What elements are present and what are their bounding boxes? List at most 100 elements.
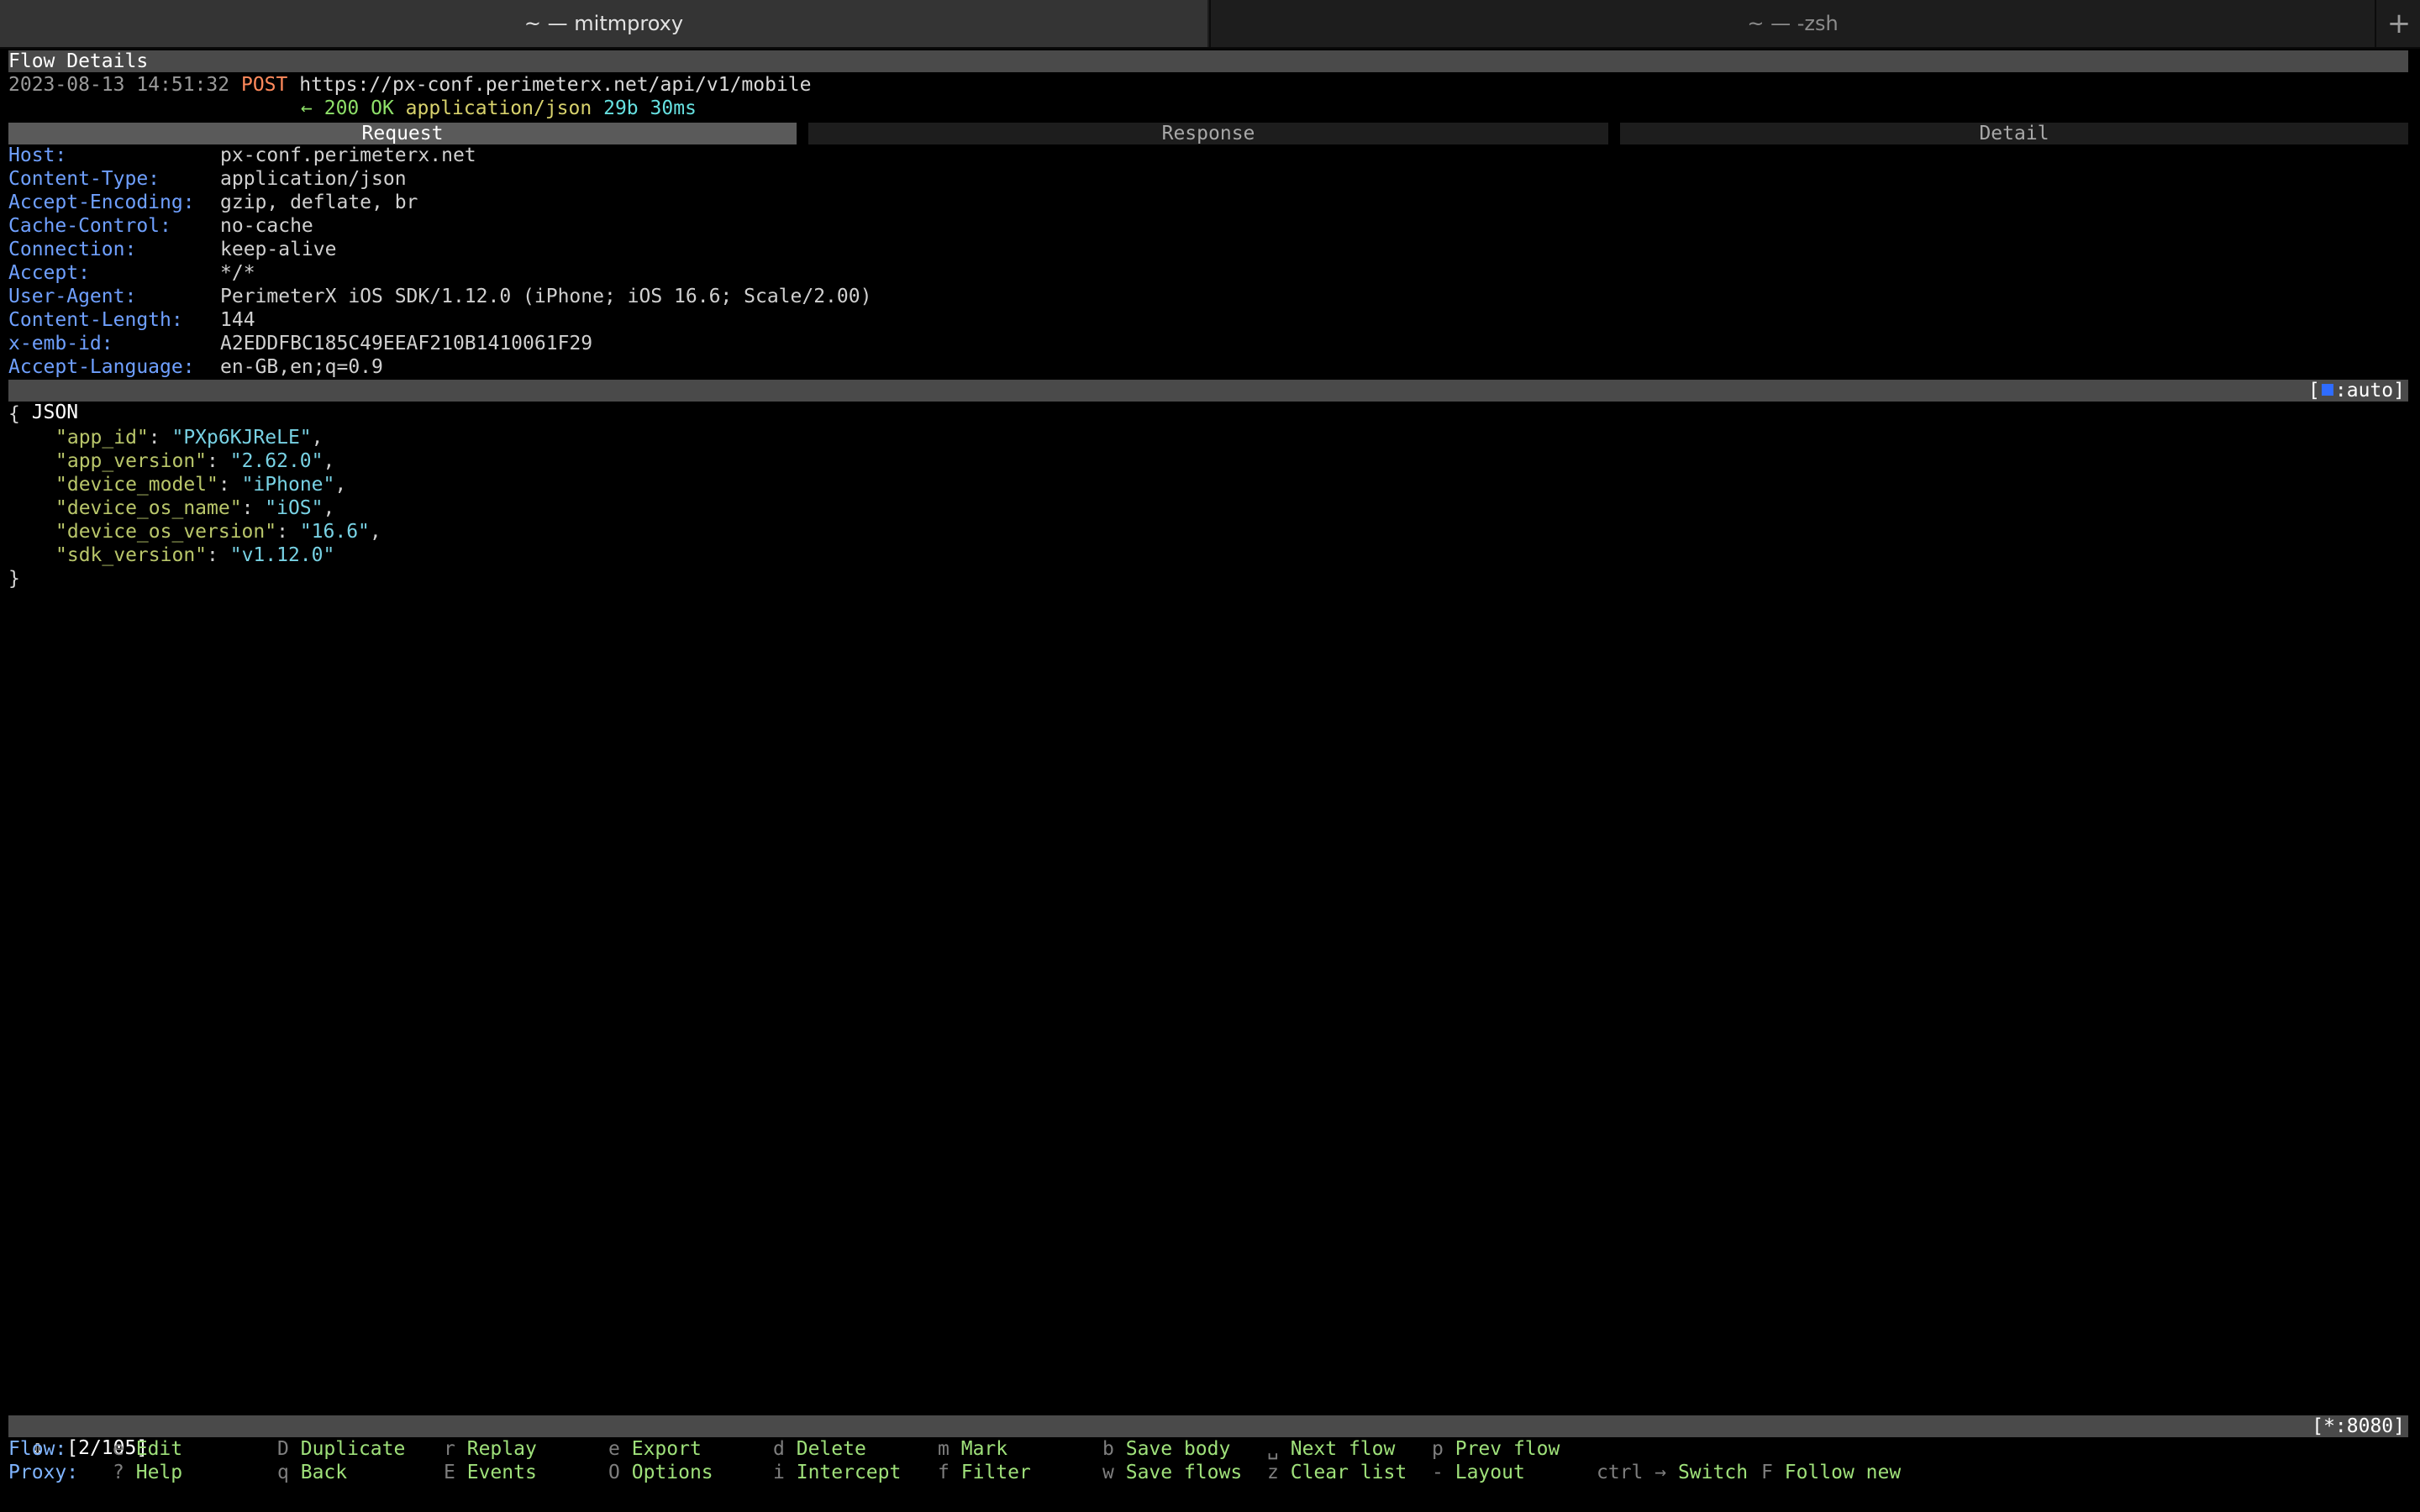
- keybinding-key: q: [277, 1462, 289, 1483]
- header-name: Host:: [8, 144, 67, 166]
- json-value: "2.62.0": [229, 450, 324, 472]
- header-row[interactable]: User-Agent: PerimeterX iOS SDK/1.12.0 (iP…: [8, 285, 871, 308]
- keybinding-intercept[interactable]: i Intercept: [773, 1461, 901, 1484]
- json-separator: ,: [369, 521, 381, 543]
- header-name: x-emb-id:: [8, 333, 113, 354]
- json-key: "app_version": [55, 450, 208, 472]
- view-mode-value: :auto]: [2334, 380, 2405, 402]
- json-value: "16.6": [299, 521, 370, 543]
- keybinding-key: F: [1761, 1462, 1773, 1483]
- header-name: Content-Type:: [8, 168, 160, 190]
- keybinding-label: Help: [135, 1462, 183, 1483]
- keybinding-key: f: [938, 1462, 950, 1483]
- body-view-label: JSON: [31, 402, 79, 423]
- header-value: en-GB,en;q=0.9: [220, 356, 383, 378]
- keybinding-label: Intercept: [796, 1462, 902, 1483]
- header-value: 144: [220, 309, 255, 331]
- header-row[interactable]: x-emb-id: A2EDDFBC185C49EEAF210B1410061F2…: [8, 332, 592, 355]
- header-row[interactable]: Content-Type: application/json: [8, 167, 407, 191]
- keybinding-next-flow[interactable]: ␣ Next flow: [1267, 1437, 1395, 1461]
- keybinding-key: ctrl →: [1597, 1462, 1667, 1483]
- keybinding-follow-new[interactable]: F Follow new: [1761, 1461, 1901, 1484]
- keybinding-label: Filter: [960, 1462, 1031, 1483]
- keybinding-prev-flow[interactable]: p Prev flow: [1432, 1437, 1560, 1461]
- keybinding-label: Mark: [960, 1438, 1008, 1460]
- keybinding-edit[interactable]: e Edit: [113, 1437, 182, 1461]
- keybinding-label: Layout: [1455, 1462, 1525, 1483]
- header-name: Content-Length:: [8, 309, 183, 331]
- header-name: User-Agent:: [8, 286, 137, 307]
- header-name: Accept:: [8, 262, 90, 284]
- header-name: Accept-Encoding:: [8, 192, 195, 213]
- view-mode-indicator[interactable]: [:auto]: [2308, 380, 2405, 402]
- keybinding-export[interactable]: e Export: [608, 1437, 702, 1461]
- keybinding-key: D: [277, 1438, 289, 1460]
- keybinding-save-flows[interactable]: w Save flows: [1102, 1461, 1242, 1484]
- header-row[interactable]: Connection: keep-alive: [8, 238, 336, 261]
- view-mode-cursor-icon: [2321, 384, 2333, 396]
- response-duration: 30ms: [650, 97, 697, 119]
- header-row[interactable]: Content-Length: 144: [8, 308, 255, 332]
- keybinding-label: Next flow: [1290, 1438, 1396, 1460]
- json-separator: ,: [311, 427, 324, 449]
- tab-request[interactable]: Request: [8, 123, 797, 144]
- header-value: PerimeterX iOS SDK/1.12.0 (iPhone; iOS 1…: [220, 286, 872, 307]
- header-value: A2EDDFBC185C49EEAF210B1410061F29: [220, 333, 593, 354]
- keybinding-events[interactable]: E Events: [444, 1461, 537, 1484]
- keybinding-delete[interactable]: d Delete: [773, 1437, 866, 1461]
- keybinding-key: ?: [113, 1462, 124, 1483]
- keybinding-key: r: [444, 1438, 455, 1460]
- tab-zsh[interactable]: ~ — -zsh: [1209, 0, 2375, 47]
- json-entry: "device_os_version": "16.6",: [55, 521, 381, 543]
- keybinding-mark[interactable]: m Mark: [938, 1437, 1007, 1461]
- response-status: 200 OK: [324, 97, 394, 119]
- json-entry: "device_model": "iPhone",: [55, 474, 347, 496]
- header-row[interactable]: Cache-Control: no-cache: [8, 214, 313, 238]
- keybinding-clear-list[interactable]: z Clear list: [1267, 1461, 1407, 1484]
- json-key: "sdk_version": [55, 544, 208, 566]
- keybinding-replay[interactable]: r Replay: [444, 1437, 537, 1461]
- response-size: 29b: [603, 97, 639, 119]
- json-value: "iPhone": [241, 474, 335, 496]
- json-value: "PXp6KJReLE": [171, 427, 312, 449]
- keybinding-options[interactable]: O Options: [608, 1461, 713, 1484]
- keybinding-key: i: [773, 1462, 785, 1483]
- json-key: "app_id": [55, 427, 149, 449]
- keybinding-save-body[interactable]: b Save body: [1102, 1437, 1230, 1461]
- keybinding-key: m: [938, 1438, 950, 1460]
- keybinding-filter[interactable]: f Filter: [938, 1461, 1031, 1484]
- terminal-tab-bar: ~ — mitmproxy ~ — -zsh +: [0, 0, 2420, 49]
- new-tab-button[interactable]: +: [2375, 0, 2420, 47]
- header-row[interactable]: Host: px-conf.perimeterx.net: [8, 144, 476, 167]
- footer-flow-label: Flow:: [8, 1438, 67, 1460]
- keybinding-switch[interactable]: ctrl → Switch: [1597, 1461, 1748, 1484]
- keybinding-back[interactable]: q Back: [277, 1461, 347, 1484]
- header-row[interactable]: Accept-Encoding: gzip, deflate, br: [8, 191, 418, 214]
- keybinding-help[interactable]: ? Help: [113, 1461, 182, 1484]
- header-value: */*: [220, 262, 255, 284]
- keybinding-label: Back: [300, 1462, 348, 1483]
- keybinding-label: Duplicate: [300, 1438, 406, 1460]
- header-row[interactable]: Accept-Language: en-GB,en;q=0.9: [8, 355, 383, 379]
- keybinding-key: e: [608, 1438, 620, 1460]
- header-row[interactable]: Accept: */*: [8, 261, 255, 285]
- json-entry: "device_os_name": "iOS",: [55, 497, 335, 519]
- tab-response[interactable]: Response: [808, 123, 1608, 144]
- json-key: "device_os_name": [55, 497, 242, 519]
- keybinding-label: Events: [466, 1462, 537, 1483]
- json-value: "iOS": [265, 497, 324, 519]
- flow-url: https://px-conf.perimeterx.net/api/v1/mo…: [299, 74, 812, 96]
- json-value: "v1.12.0": [229, 544, 335, 566]
- tab-mitmproxy[interactable]: ~ — mitmproxy: [0, 0, 1207, 47]
- keybinding-duplicate[interactable]: D Duplicate: [277, 1437, 405, 1461]
- json-entry: "app_id": "PXp6KJReLE",: [55, 427, 324, 449]
- keybinding-layout[interactable]: - Layout: [1432, 1461, 1525, 1484]
- tab-detail[interactable]: Detail: [1620, 123, 2408, 144]
- keybinding-key: -: [1432, 1462, 1444, 1483]
- footer-proxy-label: Proxy:: [8, 1462, 79, 1483]
- keybinding-label: Save body: [1125, 1438, 1231, 1460]
- keybinding-label: Edit: [135, 1438, 183, 1460]
- json-entry: "app_version": "2.62.0",: [55, 450, 335, 472]
- header-name: Accept-Language:: [8, 356, 195, 378]
- json-close-brace: }: [8, 568, 20, 590]
